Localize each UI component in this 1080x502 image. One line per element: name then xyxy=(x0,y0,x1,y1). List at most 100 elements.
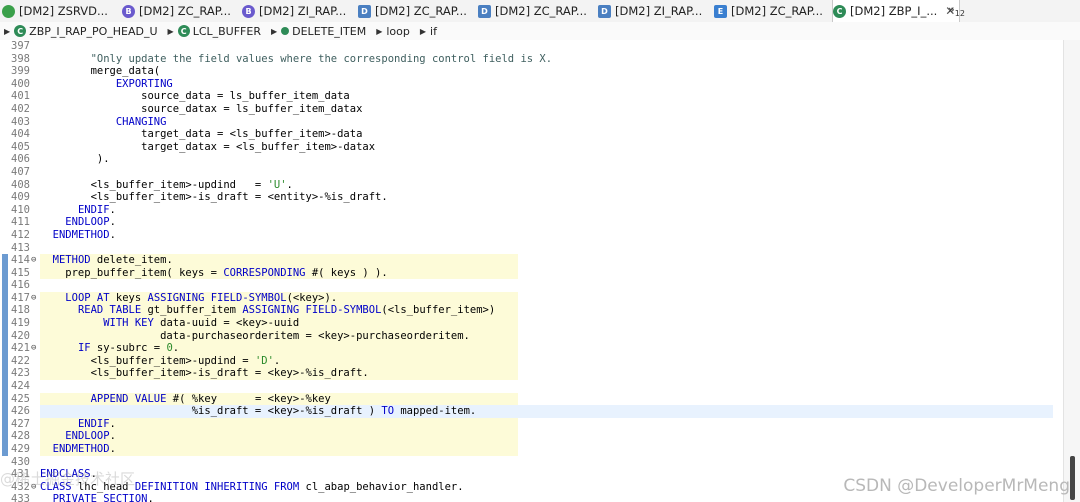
tab-8[interactable]: C [DM2] ZBP_I_... ✕ xyxy=(832,0,961,22)
tab-1[interactable]: [DM2] ZSRVD... xyxy=(2,0,108,22)
code-text[interactable]: <ls_buffer_item>-updind = 'U'. xyxy=(40,179,518,192)
fold-toggle-icon[interactable]: ⊖ xyxy=(31,342,36,355)
change-marker xyxy=(2,254,8,267)
code-token: ENDLOOP xyxy=(65,216,110,229)
change-marker xyxy=(2,279,8,292)
code-text[interactable]: prep_buffer_item( keys = CORRESPONDING #… xyxy=(40,266,518,280)
code-editor[interactable]: 397 398 "Only update the field values whe… xyxy=(0,40,1063,502)
breadcrumb-item[interactable]: ▶ C ZBP_I_RAP_PO_HEAD_U xyxy=(0,25,158,38)
code-text[interactable]: APPEND VALUE #( %key = <key>-%key xyxy=(40,392,518,406)
change-marker xyxy=(2,443,8,456)
code-text[interactable]: ENDLOOP. xyxy=(40,216,518,229)
breadcrumb-item[interactable]: ▶ C LCL_BUFFER xyxy=(164,25,261,38)
code-token: <ls_buffer_item>-is_draft = <entity>-%is… xyxy=(40,191,388,204)
code-text[interactable]: target_data = <ls_buffer_item>-data xyxy=(40,128,518,141)
fold-toggle-icon[interactable]: ⊖ xyxy=(31,254,36,267)
code-text[interactable]: ENDLOOP. xyxy=(40,430,518,443)
code-token: . xyxy=(109,228,116,241)
tab-5[interactable]: D [DM2] ZC_RAP... xyxy=(478,0,587,22)
code-text[interactable]: ENDMETHOD. xyxy=(40,229,518,242)
code-token: gt_buffer_item xyxy=(141,304,243,317)
code-text[interactable]: target_datax = <ls_buffer_item>-datax xyxy=(40,141,518,154)
code-text[interactable]: %is_draft = <key>-%is_draft ) TO mapped-… xyxy=(40,405,1053,418)
code-text[interactable]: PRIVATE SECTION. xyxy=(40,493,518,502)
code-token: (<ls_buffer_item>) xyxy=(381,304,496,317)
fold-toggle-icon[interactable]: ⊖ xyxy=(31,292,36,305)
code-line: 397 xyxy=(0,40,1063,53)
code-line: 413 xyxy=(0,242,1063,255)
local-class-icon: C xyxy=(177,25,190,37)
breadcrumb: ▶ C ZBP_I_RAP_PO_HEAD_U ▶ C LCL_BUFFER ▶ DELETE… xyxy=(0,22,1080,41)
tab-label: [DM2] ZI_RAP... xyxy=(259,4,347,18)
line-number: 433 xyxy=(11,493,30,502)
line-number: 408 xyxy=(11,178,30,191)
code-text[interactable]: ENDMETHOD. xyxy=(40,443,518,456)
breadcrumb-item[interactable]: ▶ DELETE_ITEM xyxy=(267,25,366,38)
tab-2[interactable]: B [DM2] ZC_RAP... xyxy=(122,0,231,22)
line-number: 420 xyxy=(11,329,30,342)
code-line: 422 <ls_buffer_item>-updind = 'D'. xyxy=(0,354,1063,368)
tab-6[interactable]: D [DM2] ZI_RAP... xyxy=(598,0,702,22)
code-line: 427 ENDIF. xyxy=(0,417,1063,431)
code-text[interactable]: "Only update the field values where the … xyxy=(40,53,552,66)
change-marker xyxy=(2,392,8,406)
code-text[interactable]: EXPORTING xyxy=(40,78,518,91)
code-text[interactable]: LOOP AT keys ASSIGNING FIELD-SYMBOL(<key… xyxy=(40,291,518,305)
code-token: #( keys ) ). xyxy=(305,266,388,279)
code-token: prep_buffer_item( keys = xyxy=(40,266,224,279)
line-number: 424 xyxy=(11,380,30,393)
line-number: 428 xyxy=(11,430,30,443)
code-text[interactable]: IF sy-subrc = 0. xyxy=(40,342,518,355)
code-token: . xyxy=(109,443,116,455)
code-text[interactable]: METHOD delete_item. xyxy=(40,254,518,267)
code-token: source_data = ls_buffer_item_data xyxy=(40,90,350,103)
line-number: 412 xyxy=(11,228,30,241)
method-icon xyxy=(281,27,290,35)
code-text[interactable]: <ls_buffer_item>-is_draft = <key>-%is_dr… xyxy=(40,367,518,381)
line-number: 398 xyxy=(11,52,30,65)
code-text[interactable]: <ls_buffer_item>-updind = 'D'. xyxy=(40,354,518,368)
code-text[interactable]: CHANGING xyxy=(40,116,518,129)
tab-label: [DM2] ZBP_I_... xyxy=(850,4,938,18)
code-token: ASSIGNING FIELD-SYMBOL xyxy=(147,291,287,304)
breadcrumb-label: ZBP_I_RAP_PO_HEAD_U xyxy=(29,24,158,38)
change-marker xyxy=(2,342,8,355)
line-number: 404 xyxy=(11,128,30,141)
scrollbar-thumb[interactable] xyxy=(1070,456,1075,500)
code-token: IF xyxy=(77,342,91,355)
code-text[interactable]: ENDIF. xyxy=(40,204,518,217)
code-text[interactable]: source_data = ls_buffer_item_data xyxy=(40,90,518,103)
line-number: 401 xyxy=(11,90,30,103)
code-text[interactable]: WITH KEY data-uuid = <key>-uuid xyxy=(40,317,518,330)
code-text[interactable]: ). xyxy=(40,153,518,166)
breadcrumb-label: if xyxy=(430,24,437,38)
tab-overflow-button[interactable]: »12 xyxy=(948,3,965,18)
tab-7[interactable]: E [DM2] ZC_RAP... xyxy=(714,0,823,22)
line-number: 416 xyxy=(11,279,30,292)
code-line: 406 ). xyxy=(0,153,1063,166)
code-token: CHANGING xyxy=(115,115,167,128)
code-token: %is_draft = <key>-%is_draft ) xyxy=(40,405,382,418)
code-text[interactable]: source_datax = ls_buffer_item_datax xyxy=(40,103,518,116)
code-text[interactable]: ENDIF. xyxy=(40,417,518,431)
tab-3[interactable]: B [DM2] ZI_RAP... xyxy=(242,0,346,22)
vertical-scrollbar[interactable] xyxy=(1063,40,1080,502)
tab-4[interactable]: D [DM2] ZC_RAP... xyxy=(358,0,467,22)
breadcrumb-label: LCL_BUFFER xyxy=(192,24,261,38)
breadcrumb-item[interactable]: ▶ if xyxy=(416,25,437,38)
change-marker xyxy=(2,329,8,343)
code-text[interactable]: READ TABLE gt_buffer_item ASSIGNING FIEL… xyxy=(40,304,518,318)
code-text[interactable]: merge_data( xyxy=(40,65,518,78)
code-text[interactable]: data-purchaseorderitem = <key>-purchaseo… xyxy=(40,329,518,343)
line-number: 430 xyxy=(11,455,30,468)
line-number: 397 xyxy=(11,40,30,52)
breadcrumb-item[interactable]: ▶ loop xyxy=(372,25,410,38)
code-token: #( %key = <key>-%key xyxy=(166,392,331,405)
code-text[interactable]: <ls_buffer_item>-is_draft = <entity>-%is… xyxy=(40,191,518,204)
code-token: delete_item. xyxy=(90,254,173,267)
change-marker xyxy=(2,317,8,330)
code-token: . xyxy=(273,354,281,367)
